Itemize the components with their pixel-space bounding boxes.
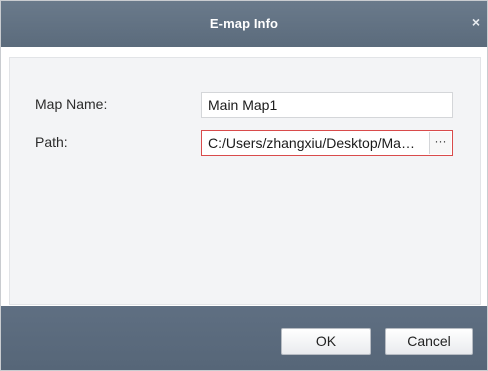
- map-name-label: Map Name:: [35, 96, 108, 112]
- path-value: C:/Users/zhangxiu/Desktop/Ma…: [208, 135, 415, 151]
- dialog-footer: OK Cancel: [1, 306, 487, 370]
- map-name-input[interactable]: Main Map1: [201, 92, 453, 118]
- dialog-titlebar: E-map Info ×: [1, 1, 487, 47]
- browse-button[interactable]: ···: [429, 132, 451, 154]
- dialog-title: E-map Info: [209, 16, 279, 31]
- ok-button[interactable]: OK: [281, 328, 371, 355]
- cancel-button[interactable]: Cancel: [385, 328, 473, 355]
- emap-info-dialog: E-map Info × Map Name: Main Map1 Path: C…: [0, 0, 488, 371]
- path-input[interactable]: C:/Users/zhangxiu/Desktop/Ma… ···: [201, 130, 453, 156]
- map-name-value: Main Map1: [208, 97, 278, 113]
- close-icon[interactable]: ×: [469, 14, 483, 30]
- path-label: Path:: [35, 134, 68, 150]
